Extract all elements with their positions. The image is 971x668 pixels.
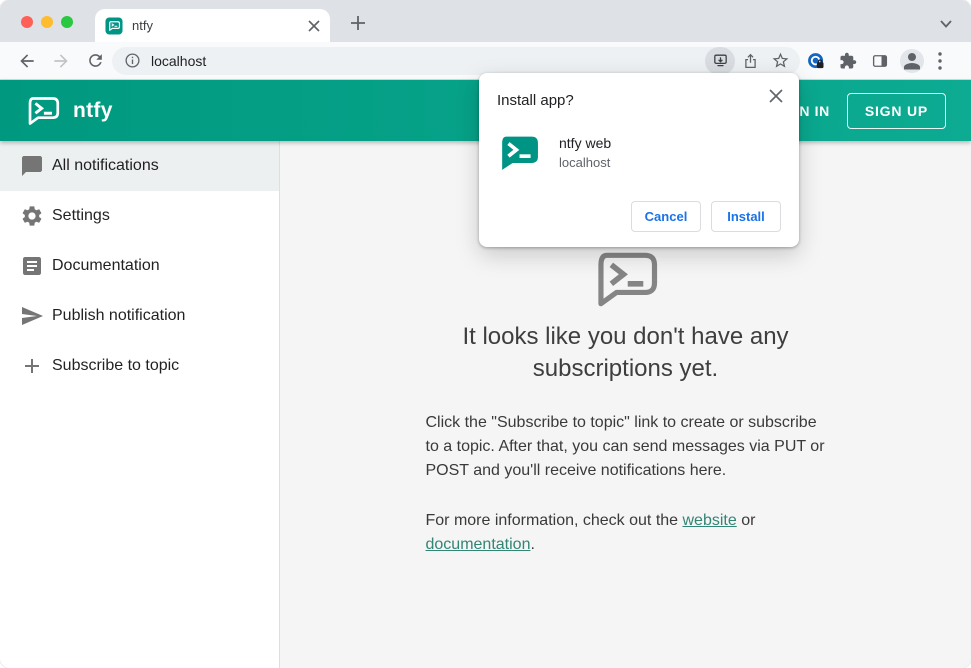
new-tab-button[interactable] [344,9,372,37]
close-icon [769,89,783,103]
dialog-title: Install app? [497,92,574,109]
address-bar[interactable]: localhost [112,46,800,75]
period-text: . [530,536,535,553]
plus-icon [25,359,39,373]
tab-close-icon[interactable] [308,19,320,32]
share-icon [744,53,756,68]
plus-icon [351,16,365,30]
extensions-menu-button[interactable] [832,46,864,76]
forward-button[interactable] [44,46,78,76]
back-button[interactable] [10,46,44,76]
install-app-button[interactable] [705,46,735,75]
tab-title: ntfy [132,18,153,33]
forward-arrow-icon [54,53,68,68]
dialog-app-origin: localhost [559,155,611,170]
tab-search-button[interactable] [934,14,958,34]
minimize-window-button[interactable] [41,16,53,28]
extension-lock-icon [808,52,824,68]
site-info-icon[interactable] [124,52,141,69]
install-app-icon [713,54,727,67]
chevron-down-icon [940,20,952,28]
sidebar-item-publish-notification[interactable]: Publish notification [0,291,279,341]
ntfy-logo-large [597,252,657,307]
more-info-text: For more information, check out the [425,512,683,529]
browser-menu-button[interactable] [928,46,952,76]
empty-state-paragraph: Click the "Subscribe to topic" link to c… [425,414,825,479]
cancel-button[interactable]: Cancel [631,201,701,232]
empty-state-heading: It looks like you don't have any subscri… [462,323,789,382]
macos-window-controls [21,16,73,28]
sign-up-button[interactable]: SIGN UP [846,92,946,129]
dialog-app-name: ntfy web [559,135,612,151]
star-icon [772,52,788,68]
browser-tab[interactable]: ntfy [95,9,330,42]
article-icon [23,257,41,275]
close-window-button[interactable] [21,16,33,28]
avatar [900,48,924,73]
dialog-close-button[interactable] [765,85,787,107]
gear-icon [22,206,42,226]
send-icon [22,307,43,325]
install-app-dialog: Install app? ntfy web localhost Cancel I… [479,73,799,247]
bookmark-button[interactable] [765,47,795,75]
dialog-app-row: ntfy web localhost [499,133,799,173]
browser-window: ntfy localhost ntfy SIGN IN SIGN UP All … [0,0,971,668]
sidebar-item-documentation[interactable]: Documentation [0,241,279,291]
fullscreen-window-button[interactable] [61,16,73,28]
website-link[interactable]: website [683,512,737,529]
ntfy-favicon [105,16,123,35]
sidebar: All notifications Settings Documentation… [0,141,280,668]
install-button[interactable]: Install [711,201,781,232]
documentation-link[interactable]: documentation [426,536,531,553]
reload-button[interactable] [78,46,112,76]
ntfy-logo [28,96,60,125]
sidebar-item-subscribe-to-topic[interactable]: Subscribe to topic [0,341,279,391]
chat-icon [22,156,42,176]
puzzle-icon [840,52,857,68]
dialog-app-meta: ntfy web localhost [559,133,611,171]
dialog-actions: Cancel Install [479,201,781,232]
sidebar-item-all-notifications[interactable]: All notifications [0,141,279,191]
app-title: ntfy [73,98,113,122]
kebab-menu-icon [938,51,942,70]
more-info-paragraph: For more information, check out the webs… [426,509,826,557]
sidebar-item-settings[interactable]: Settings [0,191,279,241]
tab-strip: ntfy [0,0,971,42]
profile-button[interactable] [896,46,928,76]
extension-lock-button[interactable] [800,46,832,76]
back-arrow-icon [20,53,34,68]
share-button[interactable] [735,47,765,75]
ntfy-app-icon [502,136,538,170]
reload-icon [88,54,102,67]
address-url[interactable]: localhost [151,53,705,69]
or-text: or [736,512,756,529]
side-panel-icon [872,54,888,67]
side-panel-button[interactable] [864,46,896,76]
